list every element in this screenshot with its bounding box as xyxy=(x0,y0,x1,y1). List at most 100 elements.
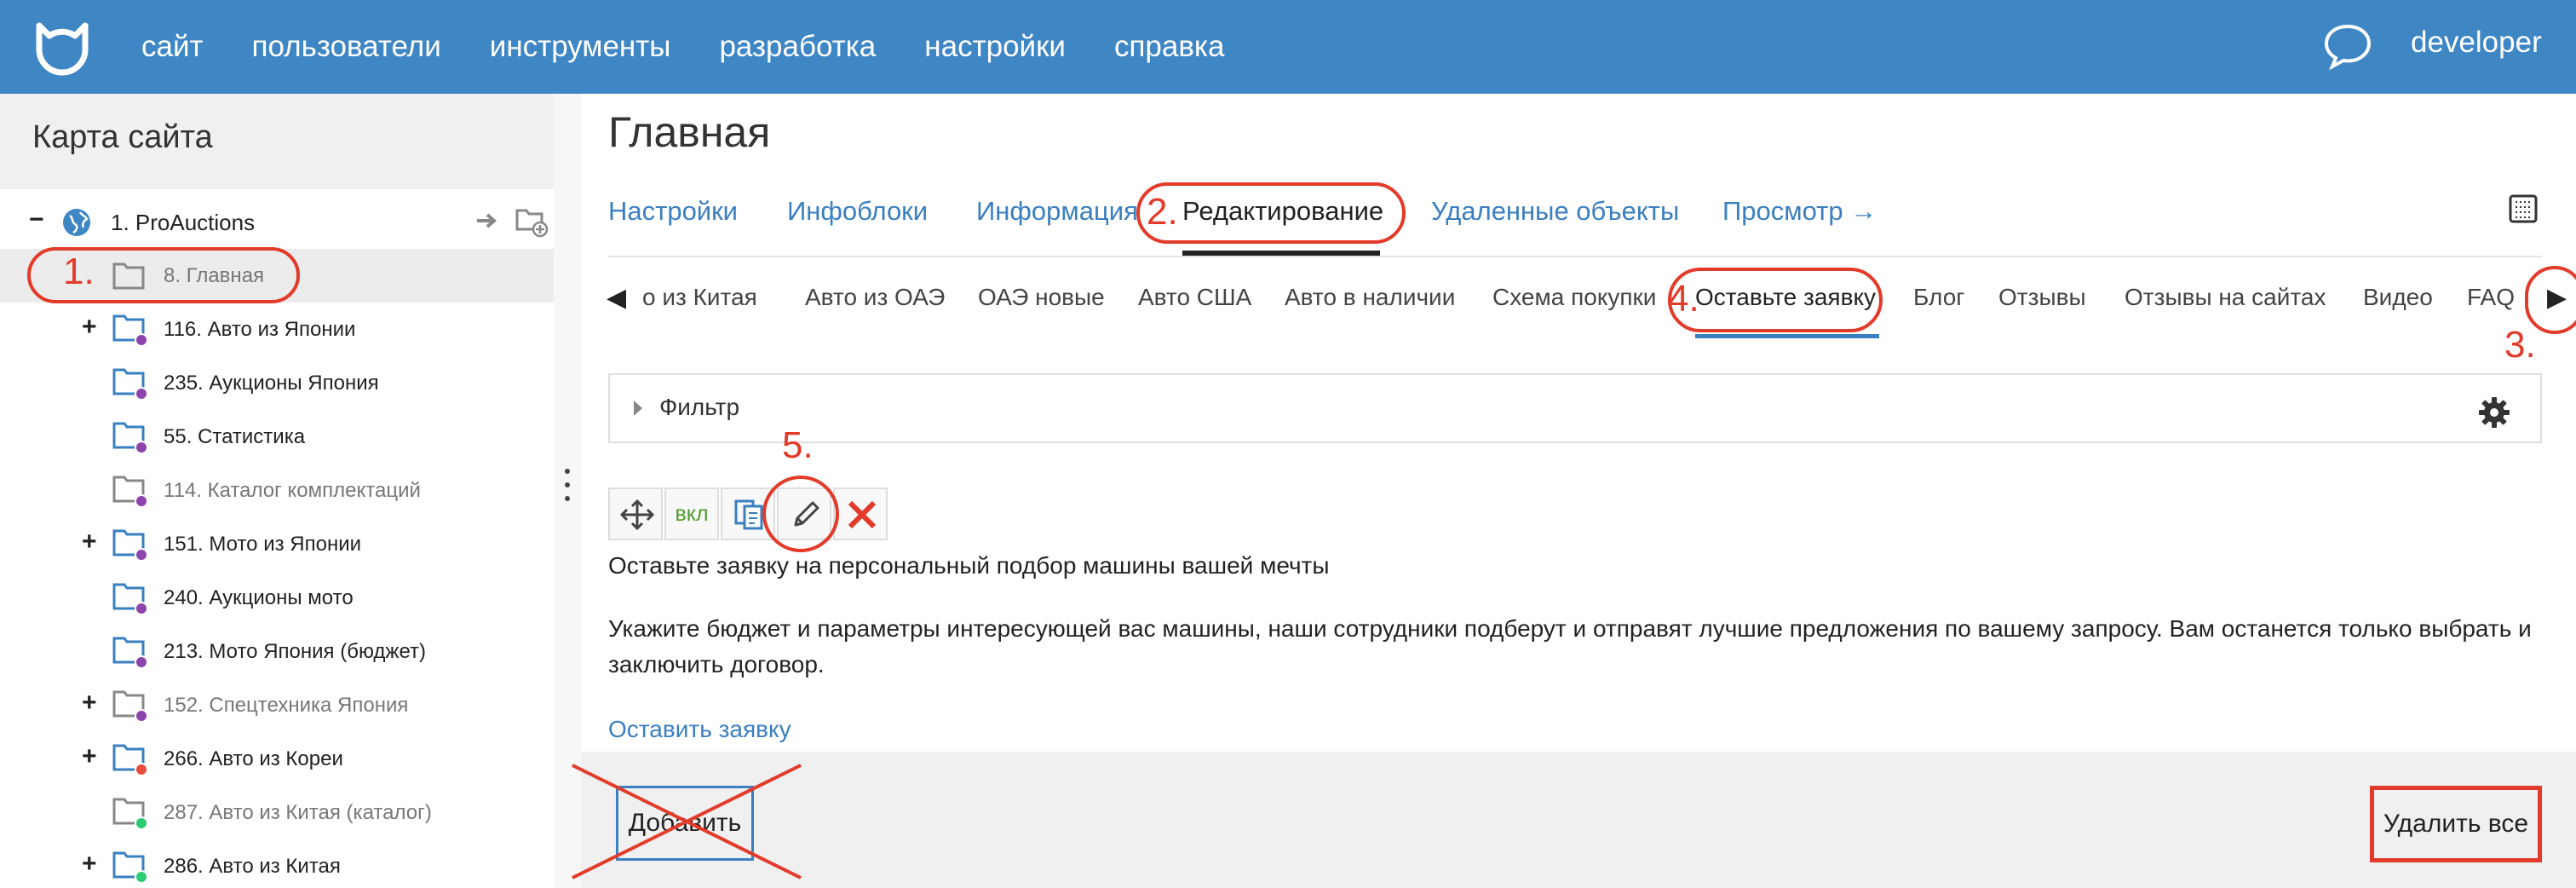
tree-item-label[interactable]: 151. Мото из Японии xyxy=(164,533,361,556)
subtab-china[interactable]: о из Китая xyxy=(642,284,757,311)
tree-item[interactable]: +286. Авто из Китая xyxy=(0,839,554,888)
tree-item[interactable]: +152. Спецтехника Япония xyxy=(0,678,554,732)
tab-settings[interactable]: Настройки xyxy=(608,196,738,227)
nav-tools[interactable]: инструменты xyxy=(490,30,671,64)
tree-item[interactable]: +116. Авто из Японии xyxy=(0,303,554,356)
chat-icon[interactable] xyxy=(2322,22,2373,70)
filter-label[interactable]: Фильтр xyxy=(659,394,739,421)
pencil-icon xyxy=(794,501,819,527)
tree-item-label[interactable]: 55. Статистика xyxy=(164,425,305,449)
grid-view-icon[interactable] xyxy=(2509,194,2538,223)
expand-toggle[interactable]: + xyxy=(82,528,97,556)
expand-toggle[interactable]: + xyxy=(82,742,97,771)
expand-toggle[interactable]: + xyxy=(82,689,97,718)
tree-item-label[interactable]: 116. Авто из Японии xyxy=(164,318,355,342)
content-heading-text: Оставьте заявку на персональный подбор м… xyxy=(608,552,1330,579)
subtab-purchase-scheme[interactable]: Схема покупки xyxy=(1492,284,1656,311)
tree-item-label[interactable]: 286. Авто из Китая xyxy=(164,855,341,879)
tree-item-root[interactable]: − 1. ProAuctions xyxy=(0,195,554,249)
filter-panel[interactable]: Фильтр xyxy=(608,373,2542,443)
tree-item-label[interactable]: 213. Мото Япония (бюджет) xyxy=(164,640,426,664)
nav-help[interactable]: справка xyxy=(1114,30,1225,64)
tab-preview[interactable]: Просмотр → xyxy=(1722,196,1877,227)
subtab-uae-new[interactable]: ОАЭ новые xyxy=(978,284,1105,311)
splitter-handle-dot[interactable] xyxy=(565,482,570,487)
tree-item-label[interactable]: 240. Аукционы мото xyxy=(164,586,354,610)
annotation-label-4: 4. xyxy=(1668,278,1699,320)
move-arrows-icon xyxy=(620,499,654,530)
expand-toggle[interactable]: + xyxy=(82,313,97,342)
tree-item[interactable]: +266. Авто из Кореи xyxy=(0,732,554,786)
folder-icon xyxy=(112,798,148,830)
folder-icon xyxy=(112,851,148,884)
tree-item[interactable]: 240. Аукционы мото xyxy=(0,571,554,625)
tree-item[interactable]: +151. Мото из Японии xyxy=(0,517,554,571)
nav-development[interactable]: разработка xyxy=(719,30,876,64)
delete-button[interactable] xyxy=(833,487,888,540)
tree-item-label[interactable]: 1. ProAuctions xyxy=(111,210,255,236)
copy-button[interactable] xyxy=(721,487,775,540)
tree-item-label[interactable]: 287. Авто из Китая (каталог) xyxy=(164,801,432,825)
subtab-leave-request[interactable]: Оставьте заявку xyxy=(1695,284,1876,311)
subtab-blog[interactable]: Блог xyxy=(1913,284,1965,311)
sidebar-title: Карта сайта xyxy=(32,119,213,155)
subtab-site-reviews[interactable]: Отзывы на сайтах xyxy=(2125,284,2326,311)
annotation-label-1: 1. xyxy=(63,251,95,292)
tabs-divider xyxy=(608,256,2542,257)
move-button[interactable] xyxy=(608,487,663,540)
panel-splitter[interactable] xyxy=(554,94,581,888)
folder-icon xyxy=(112,690,148,723)
add-folder-icon[interactable] xyxy=(515,204,549,238)
tab-infoblocks[interactable]: Инфоблоки xyxy=(787,196,928,227)
tree-item-label[interactable]: 235. Аукционы Япония xyxy=(164,372,379,395)
subtab-video[interactable]: Видео xyxy=(2363,284,2433,311)
tree-item[interactable]: 114. Каталог комплектаций xyxy=(0,464,554,517)
block-toolbar: вкл xyxy=(608,487,889,540)
tree-item-label[interactable]: 8. Главная xyxy=(164,264,264,288)
subtab-reviews[interactable]: Отзывы xyxy=(1998,284,2086,311)
nav-users[interactable]: пользователи xyxy=(252,30,441,64)
scroll-right-arrow-icon[interactable]: ▶ xyxy=(2547,283,2567,313)
move-arrow-icon[interactable] xyxy=(475,210,501,231)
subtab-uae[interactable]: Авто из ОАЭ xyxy=(805,284,945,311)
bottom-action-bar xyxy=(581,752,2576,888)
gear-icon[interactable] xyxy=(2477,395,2511,430)
tab-editing[interactable]: Редактирование xyxy=(1182,196,1383,227)
expand-toggle[interactable]: + xyxy=(82,850,97,879)
nav-settings[interactable]: настройки xyxy=(924,30,1066,64)
splitter-handle-dot[interactable] xyxy=(565,496,570,501)
expand-triangle-icon[interactable] xyxy=(634,401,642,416)
folder-icon xyxy=(112,314,148,347)
tree-item-label[interactable]: 266. Авто из Кореи xyxy=(164,747,343,771)
tab-deleted-objects[interactable]: Удаленные объекты xyxy=(1431,196,1679,227)
collapse-toggle[interactable]: − xyxy=(29,205,44,234)
tree-item[interactable]: 55. Статистика xyxy=(0,410,554,464)
annotation-label-5: 5. xyxy=(782,424,814,466)
nav-site[interactable]: сайт xyxy=(141,30,204,64)
annotation-label-3: 3. xyxy=(2504,324,2536,366)
subtab-usa[interactable]: Авто США xyxy=(1138,284,1251,311)
tab-information[interactable]: Информация xyxy=(976,196,1138,227)
annotation-label-2: 2. xyxy=(1147,191,1178,233)
leave-request-link[interactable]: Оставить заявку xyxy=(608,716,791,743)
cat-logo-icon[interactable] xyxy=(32,17,92,77)
add-button[interactable]: Добавить xyxy=(616,786,754,861)
tree-item[interactable]: 213. Мото Япония (бюджет) xyxy=(0,625,554,678)
subtab-in-stock[interactable]: Авто в наличии xyxy=(1285,284,1455,311)
tree-item-label[interactable]: 114. Каталог комплектаций xyxy=(164,479,421,503)
edit-button[interactable] xyxy=(777,487,831,540)
copy-icon xyxy=(734,499,763,530)
splitter-handle-dot[interactable] xyxy=(565,469,570,474)
sidebar-header: Карта сайта xyxy=(0,94,554,189)
tree-item[interactable]: 235. Аукционы Япония xyxy=(0,356,554,410)
folder-icon xyxy=(112,529,148,562)
toggle-on-button[interactable]: вкл xyxy=(664,487,719,540)
scroll-left-arrow-icon[interactable]: ◀ xyxy=(607,283,626,313)
folder-icon xyxy=(112,368,148,401)
folder-icon xyxy=(112,583,148,615)
tree-item[interactable]: 287. Авто из Китая (каталог) xyxy=(0,786,554,839)
tree-item-label[interactable]: 152. Спецтехника Япония xyxy=(164,694,408,718)
user-menu[interactable]: developer xyxy=(2411,26,2542,60)
subtab-faq[interactable]: FAQ xyxy=(2467,284,2515,311)
delete-all-button[interactable]: Удалить все xyxy=(2372,787,2540,861)
